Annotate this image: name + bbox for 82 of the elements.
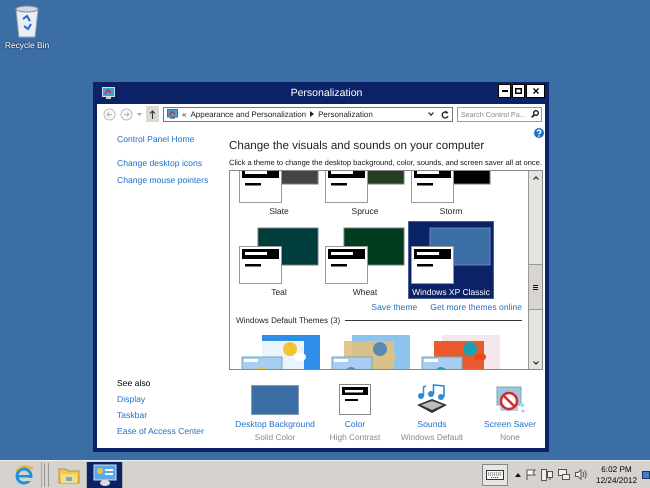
setting-value: High Contrast — [330, 432, 380, 442]
up-button[interactable] — [146, 106, 159, 122]
close-button[interactable] — [526, 84, 545, 98]
setting-link[interactable]: Sounds — [417, 419, 447, 429]
theme-link[interactable]: Save theme — [371, 302, 418, 312]
taskbar-button[interactable] — [87, 462, 123, 488]
breadcrumb-arrow-icon[interactable] — [310, 111, 314, 117]
address-bar[interactable]: « Appearance and Personalization Personalization — [163, 106, 453, 122]
minimize-button[interactable] — [498, 84, 511, 98]
setting-value: Solid Color — [254, 432, 296, 442]
breadcrumb-overflow[interactable]: « — [182, 110, 186, 118]
minimize-icon — [502, 90, 508, 92]
keyboard-icon — [486, 470, 504, 480]
sidebar-link[interactable]: Change desktop icons — [117, 158, 202, 168]
setting-link[interactable]: Color — [344, 419, 366, 429]
clock[interactable]: 6:02 PM 12/24/2012 — [596, 464, 637, 486]
theme-name: Teal — [271, 287, 287, 297]
desktop-icon-label[interactable]: Recycle Bin — [4, 40, 50, 50]
theme-tile[interactable]: Windows XP Classic — [408, 221, 494, 299]
theme-name: Storm — [440, 206, 462, 216]
page-heading: Change the visuals and sounds on your computer — [229, 139, 486, 152]
window-thumbnail — [239, 246, 282, 284]
sidebar-link[interactable]: Control Panel Home — [117, 134, 194, 144]
close-icon — [532, 88, 538, 94]
browser-e-icon — [14, 464, 34, 484]
maximize-icon — [515, 88, 522, 94]
setting-link[interactable]: Screen Saver — [484, 419, 536, 429]
speaker-icon[interactable] — [575, 469, 588, 480]
window-thumbnail — [411, 171, 454, 203]
dropdown-chevron-icon[interactable] — [428, 112, 434, 116]
theme-name: Wheat — [352, 287, 378, 297]
network-icon[interactable] — [558, 468, 570, 480]
theme-tile[interactable]: Spruce — [322, 171, 408, 218]
window-title: Personalization — [290, 87, 364, 99]
monitor-no-sign-icon[interactable] — [494, 385, 526, 415]
folder-icon — [58, 466, 80, 484]
chevron-down-icon — [532, 360, 538, 364]
window-thumbnail — [239, 171, 282, 203]
clock-date: 12/24/2012 — [596, 474, 637, 486]
show-desktop-icon[interactable] — [642, 470, 650, 478]
show-hidden-icons-icon[interactable] — [515, 472, 522, 476]
help-icon[interactable] — [534, 128, 544, 138]
control-panel-icon — [167, 109, 178, 119]
search-icon[interactable] — [531, 110, 539, 118]
flag-icon[interactable] — [526, 469, 536, 480]
grip-icon — [533, 284, 538, 290]
setting-value: None — [500, 432, 520, 442]
computer-icon[interactable] — [541, 468, 554, 480]
setting-link[interactable]: Desktop Background — [235, 419, 315, 429]
section-heading: Windows Default Themes (3) — [236, 316, 340, 325]
breadcrumb[interactable]: Appearance and Personalization — [190, 110, 306, 118]
window-thumbnail — [325, 246, 368, 284]
theme-name: Slate — [269, 206, 289, 216]
see-also-heading: See also — [117, 378, 150, 388]
breadcrumb[interactable]: Personalization — [318, 110, 373, 118]
theme-tile[interactable]: Slate — [236, 171, 322, 218]
sidebar-link[interactable]: Taskbar — [117, 410, 148, 420]
sidebar-link[interactable]: Ease of Access Center — [117, 426, 204, 436]
maximize-button[interactable] — [512, 84, 525, 98]
refresh-icon[interactable] — [441, 110, 449, 118]
solid-color-swatch-icon[interactable] — [251, 385, 299, 415]
setting-value: Windows Default — [400, 432, 464, 442]
keyboard-button[interactable] — [482, 464, 508, 486]
theme-tile[interactable]: Teal — [236, 221, 322, 299]
sidebar-link[interactable]: Change mouse pointers — [117, 174, 208, 184]
scrollbar[interactable] — [528, 171, 542, 369]
control-panel-icon — [92, 464, 116, 486]
up-arrow-icon — [149, 110, 156, 118]
theme-link[interactable]: Get more themes online — [430, 302, 522, 312]
theme-name: Windows XP Classic — [412, 287, 490, 297]
sidebar-link[interactable]: Display — [117, 394, 146, 404]
recycle-bin-icon[interactable] — [13, 4, 41, 38]
theme-tile[interactable]: Wheat — [322, 221, 408, 299]
theme-tile[interactable]: Storm — [408, 171, 494, 218]
clock-time: 6:02 PM — [601, 464, 632, 474]
high-contrast-window-icon[interactable] — [339, 384, 371, 415]
chevron-up-icon — [532, 176, 538, 180]
window-thumbnail — [411, 246, 454, 284]
scroll-thumb[interactable] — [529, 264, 542, 310]
window-thumbnail — [325, 171, 368, 203]
theme-name: Spruce — [352, 206, 378, 216]
control-panel-icon — [102, 87, 115, 99]
